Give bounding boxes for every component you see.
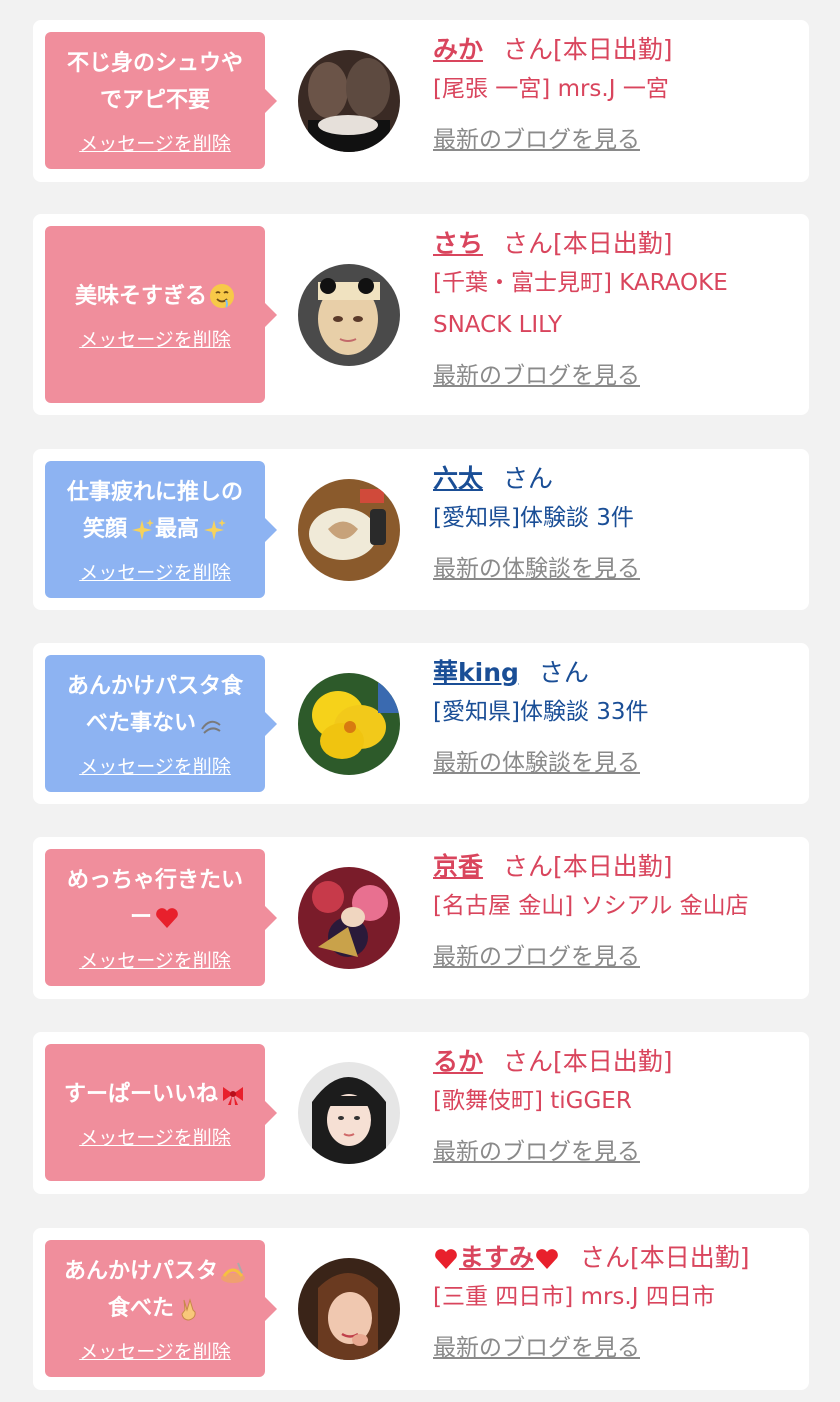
delete-message-link[interactable]: メッセージを削除 [79, 752, 231, 779]
user-name-link[interactable]: 六太 [433, 464, 483, 493]
status-label: [本日出勤] [553, 35, 673, 64]
latest-review-link[interactable]: 最新の体験談を見る [433, 549, 791, 583]
message-text: 不じ身のシュウや でアピ不要 [66, 51, 243, 113]
card-info: るか さん[本日出勤] [歌舞伎町] tiGGER 最新のブログを見る [433, 1044, 791, 1166]
status-label: [本日出勤] [553, 229, 673, 258]
honorific: さん [580, 1243, 631, 1272]
avatar[interactable] [298, 1062, 400, 1164]
message-card: あんかけパスタ 食べた メッセージを削除 ますみ さん[本日出勤] [三重 四日… [33, 1228, 809, 1390]
avatar[interactable] [298, 673, 400, 775]
message-text: 美味そすぎる [75, 278, 235, 315]
card-info: 京香 さん[本日出勤] [名古屋 金山] ソシアル 金山店 最新のブログを見る [433, 849, 791, 971]
delete-message-link[interactable]: メッセージを削除 [79, 1337, 231, 1364]
user-name-link[interactable]: 華king [433, 658, 519, 687]
message-card: 仕事疲れに推しの 笑顔 最高 メッセージを削除 六太 さん [愛知県]体験談 3… [33, 449, 809, 610]
latest-blog-link[interactable]: 最新のブログを見る [433, 937, 791, 971]
latest-blog-link[interactable]: 最新のブログを見る [433, 120, 791, 154]
card-info: みか さん[本日出勤] [尾張 一宮] mrs.J 一宮 最新のブログを見る [433, 32, 791, 154]
card-info: 六太 さん [愛知県]体験談 3件 最新の体験談を見る [433, 461, 791, 583]
heart-icon [536, 1249, 558, 1269]
message-text: あんかけパスタ食 べた事ない [66, 674, 243, 736]
review-count: [愛知県]体験談 3件 [433, 505, 634, 531]
message-card: めっちゃ行きたい ー メッセージを削除 京香 さん[本日出勤] [名古屋 金山]… [33, 837, 809, 999]
card-info: ますみ さん[本日出勤] [三重 四日市] mrs.J 四日市 最新のブログを見る [433, 1240, 791, 1362]
avatar[interactable] [298, 50, 400, 152]
honorific: さん [503, 464, 554, 493]
message-bubble: 仕事疲れに推しの 笑顔 最高 メッセージを削除 [45, 461, 277, 598]
message-text: すーぱーいいね [64, 1076, 246, 1113]
message-bubble: 美味そすぎる メッセージを削除 [45, 226, 277, 403]
latest-blog-link[interactable]: 最新のブログを見る [433, 1328, 791, 1362]
victory-hand-emoji [181, 1297, 196, 1321]
delete-message-link[interactable]: メッセージを削除 [79, 558, 231, 585]
latest-blog-link[interactable]: 最新のブログを見る [433, 1132, 791, 1166]
message-bubble: あんかけパスタ 食べた メッセージを削除 [45, 1240, 277, 1377]
honorific: さん [503, 35, 554, 64]
message-card: 不じ身のシュウや でアピ不要 メッセージを削除 みか さん[本日出勤] [尾張 一… [33, 20, 809, 182]
honorific: さん [538, 658, 589, 687]
status-label: [本日出勤] [630, 1243, 750, 1272]
delete-message-link[interactable]: メッセージを削除 [79, 325, 231, 352]
user-name-link[interactable]: るか [433, 1047, 483, 1076]
card-info: さち さん[本日出勤] [千葉・富士見町] KARAOKE SNACK LILY … [433, 226, 791, 390]
user-name-link[interactable]: みか [433, 35, 483, 64]
shop-info: [尾張 一宮] mrs.J 一宮 [433, 76, 669, 102]
latest-blog-link[interactable]: 最新のブログを見る [433, 356, 791, 390]
delete-message-link[interactable]: メッセージを削除 [79, 1123, 231, 1150]
user-name-link[interactable]: さち [433, 229, 483, 258]
user-name-link[interactable]: ますみ [433, 1243, 560, 1272]
message-text: めっちゃ行きたい ー [66, 868, 243, 930]
message-text: 仕事疲れに推しの 笑顔 最高 [66, 480, 243, 542]
avatar[interactable] [298, 479, 400, 581]
avatar[interactable] [298, 264, 400, 366]
message-bubble: すーぱーいいね メッセージを削除 [45, 1044, 277, 1181]
avatar[interactable] [298, 1258, 400, 1360]
sparkles-emoji [132, 518, 154, 540]
shop-info: [歌舞伎町] tiGGER [433, 1088, 632, 1114]
pasta-emoji [221, 1262, 245, 1283]
honorific: さん [503, 229, 554, 258]
heart-emoji [156, 907, 178, 928]
sparkles-emoji [204, 518, 227, 540]
dash-emoji [201, 720, 221, 734]
status-label: [本日出勤] [553, 1047, 673, 1076]
honorific: さん [503, 1047, 554, 1076]
delete-message-link[interactable]: メッセージを削除 [79, 946, 231, 973]
message-card: 美味そすぎる メッセージを削除 さち さん[本日出勤] [千葉・富士見町] KA… [33, 214, 809, 415]
user-name-link[interactable]: 京香 [433, 852, 483, 881]
shop-info: [千葉・富士見町] KARAOKE SNACK LILY [433, 270, 728, 338]
avatar[interactable] [298, 867, 400, 969]
delete-message-link[interactable]: メッセージを削除 [79, 129, 231, 156]
message-list: 不じ身のシュウや でアピ不要 メッセージを削除 みか さん[本日出勤] [尾張 一… [0, 0, 840, 1402]
message-card: すーぱーいいね メッセージを削除 るか さん[本日出勤] [歌舞伎町] tiGG… [33, 1032, 809, 1194]
latest-review-link[interactable]: 最新の体験談を見る [433, 743, 791, 777]
status-label: [本日出勤] [553, 852, 673, 881]
shop-info: [三重 四日市] mrs.J 四日市 [433, 1284, 715, 1310]
message-text: あんかけパスタ 食べた [55, 1253, 255, 1327]
message-bubble: あんかけパスタ食 べた事ない メッセージを削除 [45, 655, 277, 792]
honorific: さん [503, 852, 554, 881]
review-count: [愛知県]体験談 33件 [433, 699, 649, 725]
heart-icon [435, 1249, 457, 1269]
card-info: 華king さん [愛知県]体験談 33件 最新の体験談を見る [433, 655, 791, 777]
drooling-face-emoji [210, 284, 234, 308]
message-bubble: 不じ身のシュウや でアピ不要 メッセージを削除 [45, 32, 277, 169]
message-card: あんかけパスタ食 べた事ない メッセージを削除 華king さん [愛知県]体験… [33, 643, 809, 804]
shop-info: [名古屋 金山] ソシアル 金山店 [433, 893, 749, 919]
ribbon-emoji [223, 1087, 243, 1105]
message-bubble: めっちゃ行きたい ー メッセージを削除 [45, 849, 277, 986]
